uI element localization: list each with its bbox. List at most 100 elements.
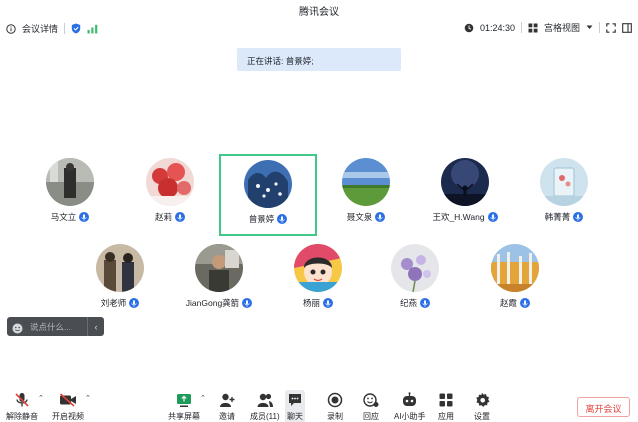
add-user-icon bbox=[219, 392, 235, 408]
microphone-icon bbox=[242, 298, 253, 308]
participant-tile[interactable]: 纪燕 bbox=[366, 244, 464, 326]
reaction-label: 回应 bbox=[363, 412, 379, 421]
avatar bbox=[540, 158, 588, 206]
microphone-icon bbox=[420, 298, 430, 308]
microphone-icon bbox=[520, 298, 530, 308]
avatar bbox=[441, 158, 489, 206]
participant-tile[interactable]: 王欢_H.Wang bbox=[416, 158, 514, 240]
start-video-label: 开启视频 bbox=[52, 412, 84, 421]
microphone-icon bbox=[375, 212, 386, 222]
avatar bbox=[294, 244, 342, 292]
microphone-icon bbox=[487, 212, 498, 222]
participant-tile[interactable]: 马文立 bbox=[21, 158, 119, 240]
collapse-chevron-icon[interactable]: ‹ bbox=[87, 317, 104, 336]
info-icon[interactable] bbox=[6, 23, 16, 34]
members-icon bbox=[250, 392, 280, 408]
members-label: 成员(11) bbox=[250, 412, 280, 421]
meeting-info-button[interactable]: 会议详情 bbox=[22, 22, 58, 35]
grid-view-icon[interactable] bbox=[528, 23, 538, 33]
avatar bbox=[342, 158, 390, 206]
microphone-icon bbox=[277, 214, 288, 224]
participant-name: 韩菁菁 bbox=[544, 212, 571, 222]
window-layout-icon[interactable] bbox=[622, 22, 632, 33]
reaction-button[interactable]: 回应 bbox=[363, 392, 379, 422]
participant-tile[interactable]: 韩菁菁 bbox=[515, 158, 613, 240]
settings-button[interactable]: 设置 bbox=[474, 392, 490, 422]
robot-icon bbox=[394, 392, 426, 408]
bottom-toolbar: 解除静音 ⌃ 开启视频 ⌃ 共享屏幕 ⌃ 邀请 成员(11) 聊天 录制 回应 … bbox=[0, 385, 638, 422]
microphone-muted-icon bbox=[6, 392, 38, 408]
apps-button[interactable]: 应用 bbox=[438, 392, 454, 422]
gear-icon bbox=[474, 392, 490, 408]
avatar bbox=[46, 158, 94, 206]
reaction-icon bbox=[363, 392, 379, 408]
divider bbox=[599, 22, 600, 33]
chevron-up-icon[interactable]: ⌃ bbox=[38, 394, 44, 402]
participant-name: 聂文泉 bbox=[346, 212, 373, 222]
participant-name: 刘老师 bbox=[100, 298, 127, 308]
share-screen-icon bbox=[168, 392, 200, 408]
top-toolbar: 会议详情 01:24:30 宫格视图 bbox=[0, 18, 638, 40]
participant-tile[interactable]: JianGong龚箭 bbox=[170, 244, 268, 326]
apps-grid-icon bbox=[438, 392, 454, 408]
invite-button[interactable]: 邀请 bbox=[219, 392, 235, 422]
chat-quick-input: ‹ bbox=[7, 317, 104, 336]
chevron-down-icon[interactable] bbox=[586, 25, 593, 30]
avatar bbox=[491, 244, 539, 292]
participant-tile-active-speaker[interactable]: 曾景婷 bbox=[219, 154, 317, 236]
speaking-indicator: 正在讲话: 曾景婷; bbox=[237, 48, 401, 71]
avatar bbox=[96, 244, 144, 292]
members-button[interactable]: 成员(11) bbox=[250, 392, 280, 422]
chat-bubble-icon bbox=[287, 392, 303, 408]
window-title: 腾讯会议 bbox=[299, 7, 339, 18]
avatar bbox=[146, 158, 194, 206]
record-label: 录制 bbox=[327, 412, 343, 421]
share-screen-button[interactable]: 共享屏幕 bbox=[168, 392, 200, 422]
share-screen-label: 共享屏幕 bbox=[168, 412, 200, 421]
fullscreen-icon[interactable] bbox=[606, 22, 616, 33]
view-mode-dropdown[interactable]: 宫格视图 bbox=[544, 21, 580, 34]
chevron-up-icon[interactable]: ⌃ bbox=[200, 394, 206, 402]
camera-off-icon bbox=[52, 392, 84, 408]
chat-label: 聊天 bbox=[287, 412, 303, 421]
divider bbox=[64, 23, 66, 34]
microphone-icon bbox=[79, 212, 90, 222]
participant-tile[interactable]: 杨丽 bbox=[269, 244, 367, 326]
microphone-icon bbox=[129, 298, 140, 308]
participant-name: JianGong龚箭 bbox=[185, 298, 240, 308]
chat-input[interactable] bbox=[30, 319, 86, 334]
signal-icon[interactable] bbox=[87, 24, 98, 34]
start-video-button[interactable]: 开启视频 bbox=[52, 392, 84, 422]
leave-meeting-button[interactable]: 离开会议 bbox=[577, 397, 630, 417]
unmute-label: 解除静音 bbox=[6, 412, 38, 421]
participant-name: 马文立 bbox=[50, 212, 77, 222]
avatar bbox=[195, 244, 243, 292]
avatar bbox=[391, 244, 439, 292]
ai-assistant-button[interactable]: AI小助手 bbox=[394, 392, 426, 422]
participant-name: 纪燕 bbox=[399, 298, 417, 308]
record-icon bbox=[327, 392, 343, 408]
record-button[interactable]: 录制 bbox=[327, 392, 343, 422]
ai-assistant-label: AI小助手 bbox=[394, 412, 426, 421]
microphone-icon bbox=[175, 212, 185, 222]
participant-name: 赵霞 bbox=[499, 298, 517, 308]
microphone-icon bbox=[573, 212, 584, 222]
participant-tile[interactable]: 聂文泉 bbox=[317, 158, 415, 240]
participant-tile[interactable]: 赵莉 bbox=[121, 158, 219, 240]
divider bbox=[520, 22, 522, 33]
apps-label: 应用 bbox=[438, 412, 454, 421]
chat-button[interactable]: 聊天 bbox=[285, 390, 305, 422]
participant-tile[interactable]: 赵霞 bbox=[466, 244, 564, 326]
unmute-button[interactable]: 解除静音 bbox=[6, 392, 38, 422]
microphone-icon bbox=[323, 298, 333, 308]
participant-name: 曾景婷 bbox=[248, 214, 275, 224]
shield-icon[interactable] bbox=[71, 23, 81, 34]
emoji-icon[interactable] bbox=[12, 321, 23, 339]
title-bar: 腾讯会议 bbox=[0, 0, 638, 18]
participant-name: 赵莉 bbox=[154, 212, 172, 222]
avatar bbox=[244, 160, 292, 208]
participant-tile[interactable]: 刘老师 bbox=[71, 244, 169, 326]
chevron-up-icon[interactable]: ⌃ bbox=[85, 394, 91, 402]
settings-label: 设置 bbox=[474, 412, 490, 421]
meeting-timer: 01:24:30 bbox=[479, 22, 515, 33]
